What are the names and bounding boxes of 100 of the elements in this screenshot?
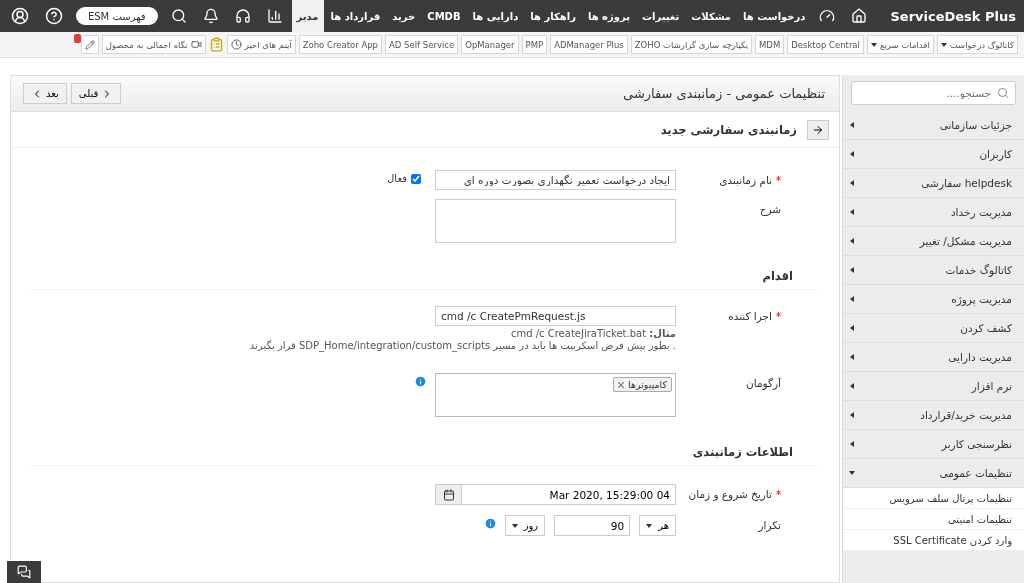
- caret-icon: [940, 41, 947, 48]
- sidebar-item[interactable]: helpdesk سفارشی: [843, 169, 1024, 198]
- edit-button[interactable]: [80, 35, 99, 54]
- section-title: اطلاعات زمانبندی: [692, 445, 793, 459]
- toolbar-link[interactable]: Zoho Creator App: [298, 35, 383, 54]
- nav-tab[interactable]: CMDB: [422, 0, 466, 32]
- app-logo[interactable]: ServiceDesk Plus: [890, 8, 1016, 24]
- search-icon: [997, 87, 1009, 99]
- nav-tab[interactable]: تغییرات: [636, 0, 685, 32]
- back-button[interactable]: [807, 119, 829, 140]
- field-label: شرح: [758, 202, 781, 215]
- required-icon: [776, 176, 781, 181]
- start-date-field[interactable]: 04 Mar 2020, 15:29:00: [461, 484, 676, 505]
- caret-icon: [849, 180, 855, 186]
- sidebar-subitem[interactable]: تنظیمات پرتال سلف سرویس: [843, 488, 1024, 509]
- sidebar-subitem[interactable]: تنظیمات امنیتی: [843, 509, 1024, 530]
- field-label: نام زمانبندی: [676, 170, 781, 186]
- required-icon: [776, 490, 781, 495]
- every-select[interactable]: هر: [639, 515, 676, 536]
- nav-tab[interactable]: دارایی ها: [467, 0, 524, 32]
- toolbar-dropdown[interactable]: اقدامات سریع: [866, 35, 934, 54]
- caret-icon: [849, 238, 855, 244]
- caret-icon: [849, 383, 855, 389]
- caret-icon: [849, 412, 855, 418]
- caret-icon: [849, 122, 855, 128]
- sidebar-subitem[interactable]: وارد کردن SSL Certificate: [843, 530, 1024, 551]
- toolbar-link[interactable]: Desktop Central: [787, 35, 864, 54]
- clock-icon: [230, 39, 242, 50]
- argument-chip[interactable]: کامپیوترها: [613, 377, 672, 392]
- sidebar-item[interactable]: مدیریت دارایی: [843, 343, 1024, 372]
- video-icon: [190, 39, 202, 50]
- field-label: تکرار: [757, 518, 781, 531]
- toolbar-link[interactable]: OpManager: [461, 35, 519, 54]
- search-field[interactable]: جستجو....: [851, 81, 1016, 105]
- nav-tab[interactable]: درخواست ها: [738, 0, 811, 32]
- arrow-icon: [812, 123, 824, 136]
- required-icon: [776, 312, 781, 317]
- section-title: اقدام: [762, 269, 793, 283]
- page-title: تنظیمات عمومی - زمانبندی سفارشی: [623, 86, 825, 101]
- form-title: زمانبندی سفارشی جدید: [660, 122, 797, 137]
- sidebar-item[interactable]: مدیریت خرید/قرارداد: [843, 401, 1024, 430]
- active-checkbox[interactable]: [411, 173, 421, 184]
- nav-tab[interactable]: خرید: [387, 0, 421, 32]
- toolbar-link[interactable]: PMP: [521, 35, 548, 54]
- remove-icon[interactable]: [618, 381, 625, 388]
- recent-items-button[interactable]: آیتم های اخیر: [226, 35, 296, 54]
- sidebar-item[interactable]: نظرسنجی کاربر: [843, 430, 1024, 459]
- previous-button[interactable]: قبلی: [70, 83, 122, 104]
- next-button[interactable]: بعد: [23, 83, 67, 104]
- nav-tab[interactable]: مدیر: [291, 0, 324, 32]
- toolbar-link[interactable]: AD Self Service: [385, 35, 459, 54]
- unit-select[interactable]: روز: [504, 515, 546, 536]
- checkbox-label: فعال: [387, 173, 407, 184]
- sidebar-item[interactable]: مدیریت مشکل/ تغییر: [843, 227, 1024, 256]
- count-field[interactable]: 90: [554, 515, 631, 536]
- sidebar-item[interactable]: مدیریت پروژه: [843, 285, 1024, 314]
- caret-icon: [511, 522, 518, 529]
- description-field[interactable]: [435, 199, 676, 243]
- executor-field[interactable]: cmd /c CreatePmRequest.js: [435, 306, 676, 326]
- path-hint: . بطور پیش فرض اسکریپت ها باید در مسیر SDP_Home/integration/custom_scripts قرار بگیرند: [248, 340, 676, 351]
- caret-icon: [870, 41, 877, 48]
- caret-icon: [849, 441, 855, 447]
- caret-icon: [849, 354, 855, 360]
- nav-tab[interactable]: پروژه ها: [582, 0, 635, 32]
- clipboard-icon[interactable]: [208, 37, 224, 52]
- toolbar-link[interactable]: ADManager Plus: [550, 35, 628, 54]
- caret-icon: [849, 325, 855, 331]
- caret-icon: [646, 522, 653, 529]
- argument-field[interactable]: کامپیوترها: [435, 373, 676, 417]
- sidebar-item[interactable]: کاتالوگ خدمات: [843, 256, 1024, 285]
- notification-badge-icon: [73, 34, 81, 43]
- caret-icon: [849, 151, 855, 157]
- chat-button[interactable]: [7, 561, 41, 583]
- toolbar-link[interactable]: یکپارچه سازی گزارشات ZOHO: [630, 35, 752, 54]
- pencil-icon: [84, 39, 95, 50]
- caret-icon: [849, 470, 855, 476]
- field-label: اجرا کننده: [676, 306, 781, 322]
- info-icon[interactable]: [483, 515, 497, 530]
- sidebar-item[interactable]: کشف کردن: [843, 314, 1024, 343]
- toolbar-dropdown[interactable]: کاتالوگ درخواست: [936, 35, 1018, 54]
- caret-icon: [849, 296, 855, 302]
- caret-icon: [849, 267, 855, 273]
- sidebar-item[interactable]: نرم افزار: [843, 372, 1024, 401]
- nav-tab[interactable]: قرارداد ها: [325, 0, 386, 32]
- field-label: تاریخ شروع و زمان: [676, 484, 781, 500]
- chat-icon: [17, 565, 31, 579]
- sidebar-item[interactable]: کاربران: [843, 140, 1024, 169]
- toolbar-link[interactable]: MDM: [755, 35, 785, 54]
- esm-button[interactable]: فهرست ESM: [75, 7, 158, 25]
- nav-tab[interactable]: راهکار ها: [525, 0, 581, 32]
- sidebar-item[interactable]: جزئیات سازمانی: [843, 111, 1024, 140]
- caret-icon: [849, 209, 855, 215]
- info-icon[interactable]: [414, 373, 427, 388]
- calendar-button[interactable]: [435, 484, 461, 505]
- sidebar-item[interactable]: مدیریت رخداد: [843, 198, 1024, 227]
- field-label: آرگومان: [745, 376, 781, 389]
- calendar-icon: [442, 488, 455, 501]
- nav-tab[interactable]: مشکلات: [686, 0, 737, 32]
- name-field[interactable]: ایجاد درخواست تعمیر نگهداری بصورت دوره ای: [435, 170, 676, 190]
- product-tour-button[interactable]: نگاه اجمالی به محصول: [101, 35, 206, 54]
